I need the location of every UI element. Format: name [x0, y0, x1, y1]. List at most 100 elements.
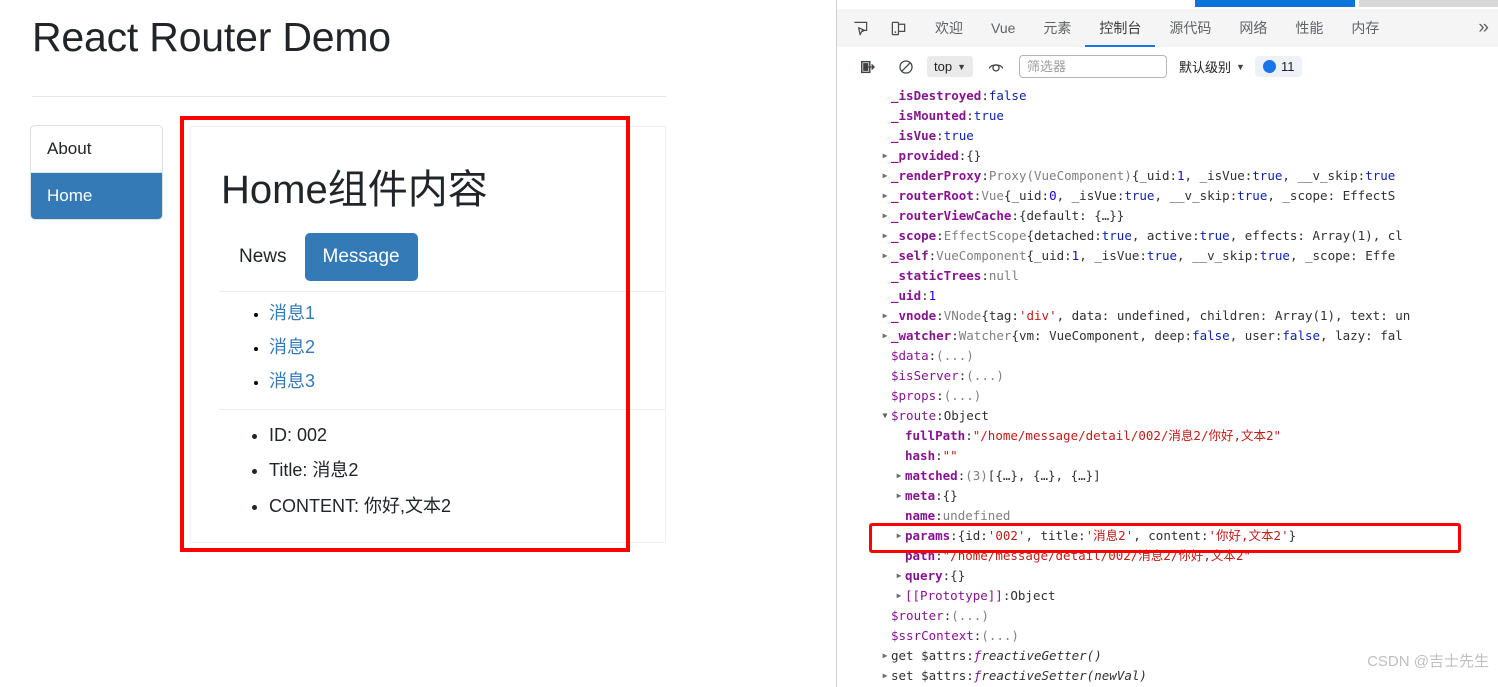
more-tabs-icon[interactable]: » — [1478, 17, 1489, 39]
live-expression-icon[interactable] — [981, 52, 1011, 82]
log-token: : — [928, 248, 937, 263]
expand-arrow-icon[interactable]: ▶ — [879, 146, 891, 166]
expand-arrow-icon[interactable]: ▶ — [879, 226, 891, 246]
detail-item: CONTENT: 你好,文本2 — [269, 492, 451, 518]
expand-arrow-icon[interactable]: ▶ — [893, 566, 905, 586]
devtools-tab-7[interactable]: 内存 — [1337, 9, 1393, 47]
log-token: 1 — [1071, 248, 1080, 263]
log-token: : — [1002, 588, 1011, 603]
collapse-arrow-icon[interactable]: ▼ — [879, 406, 891, 426]
expand-arrow-icon[interactable]: ▶ — [893, 486, 905, 506]
device-toolbar-icon[interactable] — [883, 13, 913, 43]
expand-arrow-icon[interactable]: ▶ — [893, 526, 905, 546]
console-log-row[interactable]: ▼ $route: Object — [837, 406, 1498, 426]
log-token: _renderProxy — [891, 168, 982, 183]
console-output[interactable]: _isDestroyed: false _isMounted: true _isVu… — [837, 86, 1498, 687]
console-log-row[interactable]: ▶ _routerViewCache: {default: {…}} — [837, 206, 1498, 226]
devtools-tab-6[interactable]: 性能 — [1281, 9, 1337, 47]
inspect-element-icon[interactable] — [845, 13, 875, 43]
console-log-row[interactable]: ▶ _renderProxy: Proxy(VueComponent) {_uid… — [837, 166, 1498, 186]
log-token: } — [1288, 528, 1297, 543]
expand-arrow-icon[interactable]: ▶ — [879, 646, 891, 666]
console-log-row[interactable]: _isVue: true — [837, 126, 1498, 146]
devtools-tab-5[interactable]: 网络 — [1225, 9, 1281, 47]
log-token: { — [957, 528, 966, 543]
sidebar-item-home[interactable]: Home — [31, 173, 162, 219]
log-token: _provided — [891, 148, 959, 163]
log-level-select[interactable]: 默认级别 ▼ — [1179, 57, 1245, 76]
console-log-row[interactable]: ▶ matched: (3) [{…}, {…}, {…}] — [837, 466, 1498, 486]
watermark: CSDN @吉士先生 — [1367, 653, 1489, 670]
log-token: meta — [905, 488, 936, 503]
browser-tab-indicator — [1195, 0, 1355, 7]
console-log-row[interactable]: ▶ query: {} — [837, 566, 1498, 586]
log-token: true — [1365, 168, 1396, 183]
console-log-row[interactable]: ▶ _watcher: Watcher {vm: VueComponent, de… — [837, 326, 1498, 346]
log-token: set $attrs — [891, 668, 967, 683]
console-log-row[interactable]: hash: "" — [837, 446, 1498, 466]
console-log-row[interactable]: ▶ _scope: EffectScope {detached: true, ac… — [837, 226, 1498, 246]
log-token: { — [1026, 248, 1035, 263]
log-token: : — [943, 608, 952, 623]
console-log-row[interactable]: _isDestroyed: false — [837, 86, 1498, 106]
expand-arrow-icon[interactable]: ▶ — [879, 206, 891, 226]
devtools-tab-2[interactable]: 元素 — [1029, 9, 1085, 47]
sidebar-item-about[interactable]: About — [31, 126, 162, 173]
console-log-row[interactable]: ▶ _vnode: VNode {tag: 'div', data: undefi… — [837, 306, 1498, 326]
devtools-tab-4[interactable]: 源代码 — [1155, 9, 1225, 47]
console-log-row[interactable]: $isServer: (...) — [837, 366, 1498, 386]
execution-context-select[interactable]: top ▼ — [927, 56, 973, 77]
log-token: detached: — [1034, 228, 1102, 243]
console-log-row[interactable]: $data: (...) — [837, 346, 1498, 366]
log-token: 1 — [1177, 168, 1185, 183]
message-link-3[interactable]: 消息3 — [269, 371, 315, 391]
no-entry-icon[interactable] — [891, 52, 921, 82]
console-log-row[interactable]: $props: (...) — [837, 386, 1498, 406]
console-filter-input[interactable] — [1019, 55, 1167, 78]
devtools-tab-3[interactable]: 控制台 — [1085, 9, 1156, 47]
log-token: 1 — [928, 288, 937, 303]
list-item: 消息2 — [269, 333, 315, 359]
console-log-row[interactable]: ▶ params: {id: '002', title: '消息2', conte… — [837, 526, 1498, 546]
tab-message[interactable]: Message — [304, 233, 418, 281]
console-log-row[interactable]: _staticTrees: null — [837, 266, 1498, 286]
log-token: path — [905, 548, 936, 563]
devtools-tab-1[interactable]: Vue — [977, 9, 1029, 47]
console-log-row[interactable]: ▶ meta: {} — [837, 486, 1498, 506]
console-log-row[interactable]: fullPath: "/home/message/detail/002/消息2/… — [837, 426, 1498, 446]
message-link-2[interactable]: 消息2 — [269, 337, 315, 357]
log-token: $data — [891, 348, 929, 363]
message-count-badge[interactable]: 11 — [1254, 56, 1303, 77]
console-log-row[interactable]: _uid: 1 — [837, 286, 1498, 306]
expand-arrow-icon[interactable]: ▶ — [879, 306, 891, 326]
console-log-row[interactable]: ▶ [[Prototype]]: Object — [837, 586, 1498, 606]
log-token: $route — [891, 408, 937, 423]
log-token: _uid: — [1034, 248, 1072, 263]
expand-arrow-icon[interactable]: ▶ — [879, 666, 891, 686]
expand-arrow-icon[interactable]: ▶ — [893, 466, 905, 486]
log-token: false — [1192, 328, 1230, 343]
sidebar-nav: About Home — [30, 125, 163, 220]
console-log-row[interactable]: name: undefined — [837, 506, 1498, 526]
expand-arrow-icon[interactable]: ▶ — [879, 166, 891, 186]
log-token: { — [1011, 328, 1019, 343]
console-log-row[interactable]: ▶ _provided: {} — [837, 146, 1498, 166]
console-log-row[interactable]: $router: (...) — [837, 606, 1498, 626]
devtools-tab-0[interactable]: 欢迎 — [921, 9, 977, 47]
console-log-row[interactable]: $ssrContext: (...) — [837, 626, 1498, 646]
message-link-1[interactable]: 消息1 — [269, 303, 315, 323]
expand-arrow-icon[interactable]: ▶ — [893, 586, 905, 606]
clear-console-icon[interactable] — [853, 52, 883, 82]
expand-arrow-icon[interactable]: ▶ — [879, 326, 891, 346]
browser-tab-inactive — [1359, 0, 1498, 7]
log-token: _isDestroyed — [891, 88, 982, 103]
tab-news[interactable]: News — [221, 233, 305, 281]
console-log-row[interactable]: path: "/home/message/detail/002/消息2/你好,文… — [837, 546, 1498, 566]
expand-arrow-icon[interactable]: ▶ — [879, 186, 891, 206]
console-log-row[interactable]: ▶ _self: VueComponent {_uid: 1, _isVue: t… — [837, 246, 1498, 266]
console-log-row[interactable]: _isMounted: true — [837, 106, 1498, 126]
expand-arrow-icon[interactable]: ▶ — [879, 246, 891, 266]
log-token: VueComponent — [936, 248, 1027, 263]
log-token: , effects: Array(1), cl — [1229, 228, 1403, 243]
console-log-row[interactable]: ▶ _routerRoot: Vue {_uid: 0, _isVue: true… — [837, 186, 1498, 206]
